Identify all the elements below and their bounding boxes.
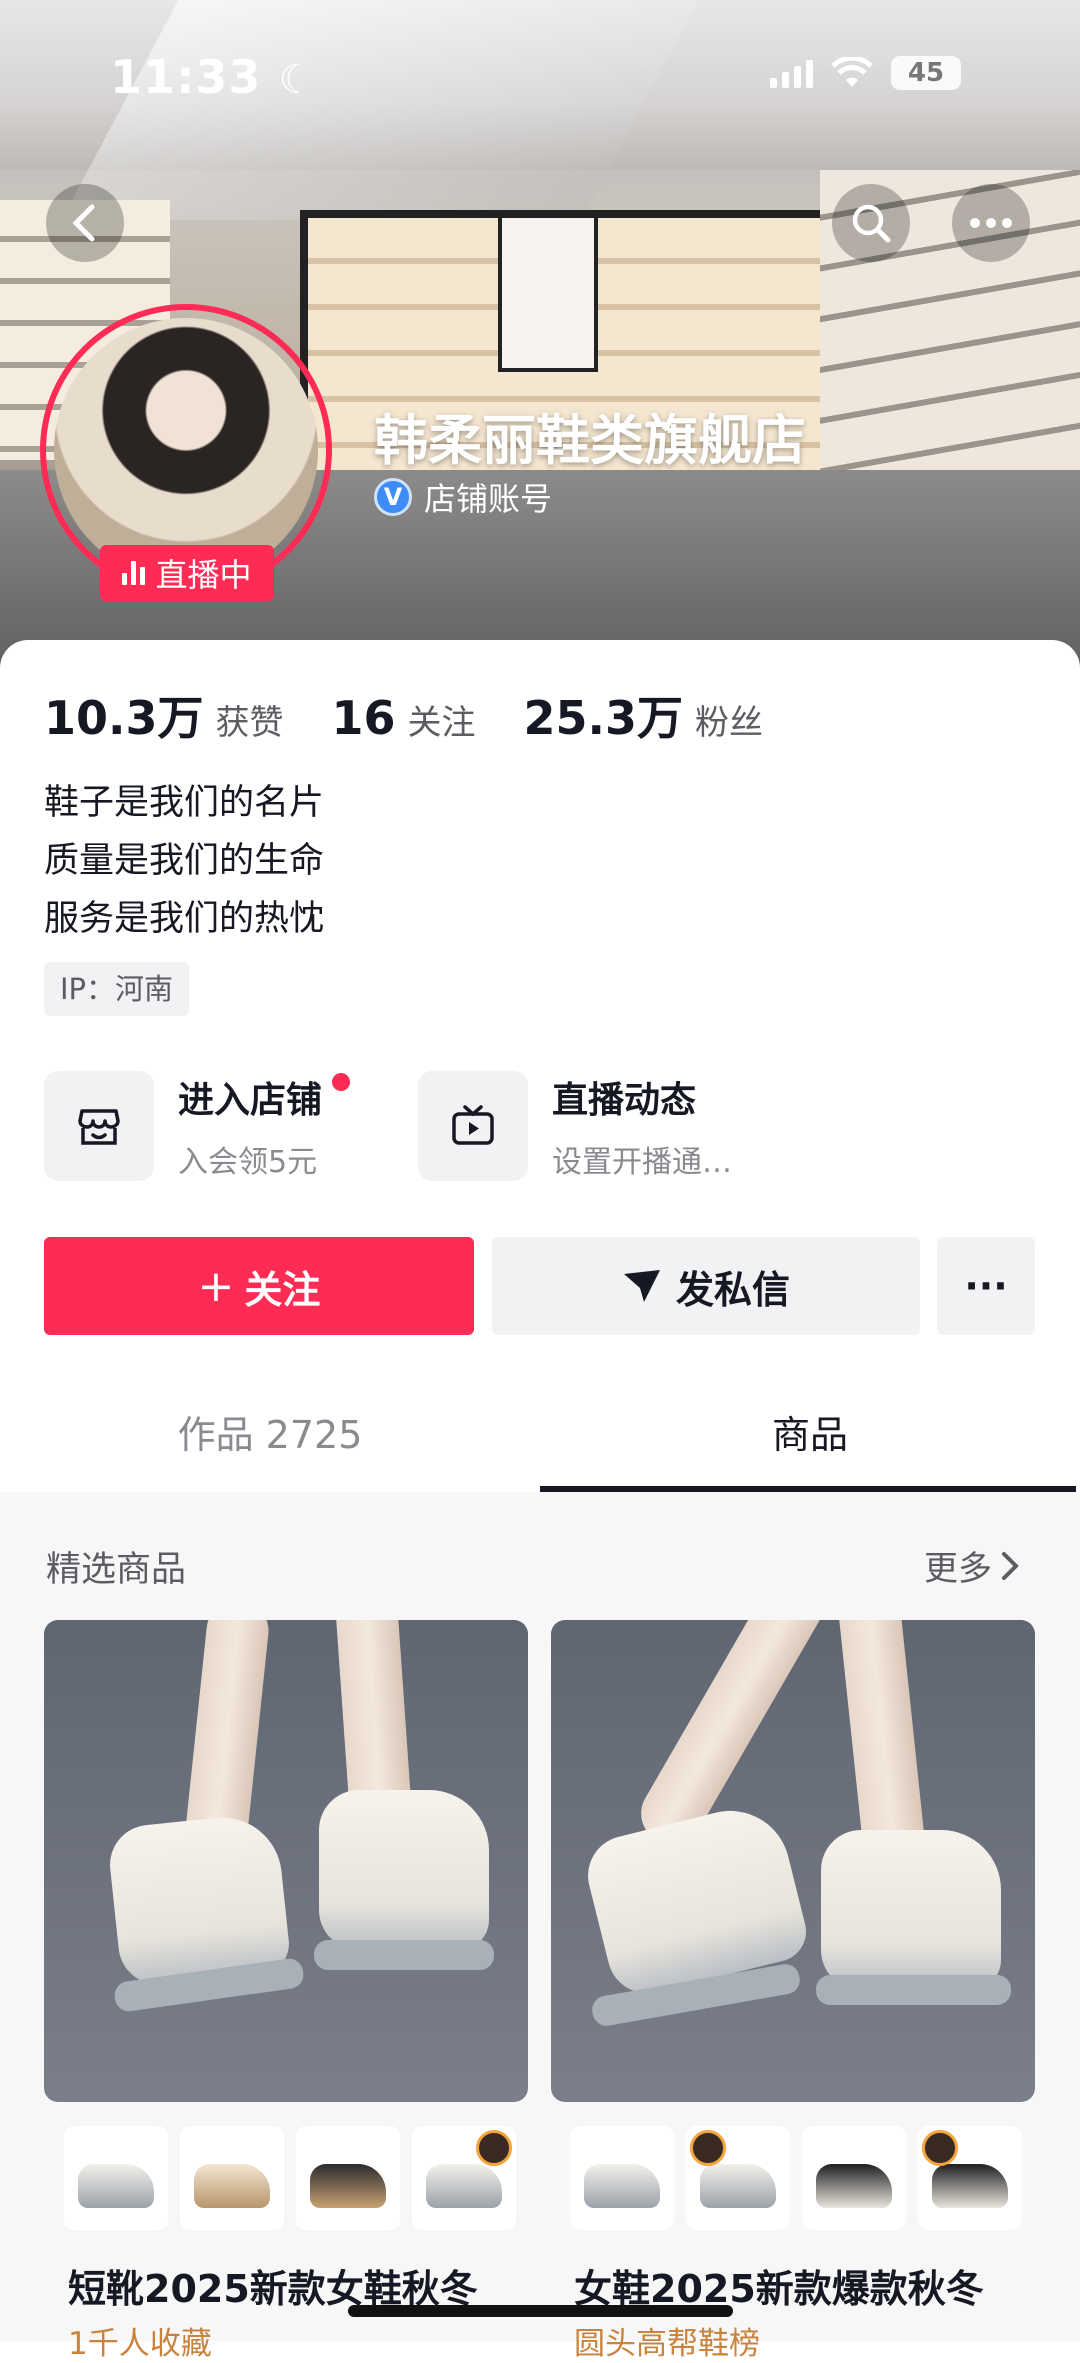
cellular-signal-icon (770, 58, 813, 88)
send-icon (623, 1270, 660, 1302)
enter-shop-title: 进入店铺 (178, 1080, 323, 1121)
live-hot-badge (922, 2130, 958, 2166)
following-count[interactable]: 16 (332, 691, 396, 745)
followers-count[interactable]: 25.3万 (524, 682, 684, 748)
live-bars-icon (122, 561, 146, 585)
variant-thumbnail[interactable] (180, 2126, 284, 2230)
search-button[interactable] (832, 184, 910, 262)
status-time: 11:33 ☾ (110, 50, 316, 104)
shop-icon (44, 1071, 154, 1181)
live-hot-badge (476, 2130, 512, 2166)
home-indicator[interactable] (348, 2305, 733, 2317)
back-button[interactable] (46, 184, 124, 262)
more-actions-button[interactable]: ··· (937, 1237, 1035, 1335)
following-label: 关注 (407, 703, 476, 743)
status-icons: 45 (770, 56, 961, 90)
variant-thumbnail[interactable] (412, 2126, 516, 2230)
tab-works[interactable]: 作品 2725 (0, 1380, 540, 1490)
bio-line: 质量是我们的生命 (44, 841, 325, 881)
chevron-right-icon (1002, 1551, 1019, 1580)
enter-shop-subtitle: 入会领5元 (178, 1145, 318, 1180)
message-label: 发私信 (675, 1267, 790, 1312)
ip-location-badge: IP：河南 (44, 962, 190, 1016)
variant-thumbnail[interactable] (918, 2126, 1022, 2230)
product-variant-thumbnails (570, 2126, 1022, 2230)
moon-icon: ☾ (278, 57, 316, 103)
likes-label: 获赞 (215, 703, 284, 743)
bio-line: 鞋子是我们的名片 (44, 783, 325, 823)
product-image[interactable] (551, 1620, 1035, 2102)
variant-thumbnail[interactable] (686, 2126, 790, 2230)
ellipsis-icon: ··· (964, 1264, 1008, 1308)
tv-icon (418, 1071, 528, 1181)
bio: 鞋子是我们的名片 质量是我们的生命 服务是我们的热忱 (44, 774, 324, 948)
live-updates-title: 直播动态 (552, 1080, 697, 1121)
verified-account: V 店铺账号 (374, 474, 552, 520)
product-variant-thumbnails (64, 2126, 516, 2230)
variant-thumbnail[interactable] (296, 2126, 400, 2230)
section-title: 精选商品 (46, 1550, 187, 1590)
more-options-button[interactable] (952, 184, 1030, 262)
more-label: 更多 (924, 1549, 992, 1589)
verified-label: 店铺账号 (424, 480, 553, 518)
live-updates-subtitle: 设置开播通… (552, 1145, 732, 1180)
bio-line: 服务是我们的热忱 (44, 899, 325, 939)
live-label: 直播中 (155, 556, 252, 594)
verified-icon: V (374, 478, 412, 516)
follow-label: 关注 (244, 1267, 321, 1312)
notification-dot (332, 1073, 350, 1091)
ellipsis-icon (970, 218, 1012, 228)
followers-label: 粉丝 (695, 703, 764, 743)
stats-row: 10.3万 获赞 16 关注 25.3万 粉丝 (44, 682, 811, 748)
profile-tabs: 作品 2725 商品 (0, 1380, 1080, 1494)
wifi-icon (831, 57, 873, 87)
live-updates-entry[interactable]: 直播动态 设置开播通… (418, 1071, 732, 1181)
chevron-left-icon (72, 204, 95, 242)
avatar-image (54, 318, 318, 582)
shop-name: 韩柔丽鞋类旗舰店 (374, 409, 806, 472)
live-hot-badge (690, 2130, 726, 2166)
product-image[interactable] (44, 1620, 528, 2102)
variant-thumbnail[interactable] (64, 2126, 168, 2230)
live-badge[interactable]: 直播中 (100, 545, 274, 601)
search-icon (852, 204, 891, 243)
follow-button[interactable]: + 关注 (44, 1237, 474, 1335)
battery-icon: 45 (891, 56, 961, 90)
message-button[interactable]: 发私信 (492, 1237, 920, 1335)
tab-goods[interactable]: 商品 (540, 1380, 1080, 1490)
variant-thumbnail[interactable] (570, 2126, 674, 2230)
plus-icon: + (197, 1260, 235, 1312)
enter-shop-entry[interactable]: 进入店铺 入会领5元 (44, 1071, 322, 1181)
store-poster (498, 214, 598, 372)
variant-thumbnail[interactable] (802, 2126, 906, 2230)
likes-count[interactable]: 10.3万 (44, 682, 204, 748)
more-link[interactable]: 更多 (924, 1541, 1020, 1590)
